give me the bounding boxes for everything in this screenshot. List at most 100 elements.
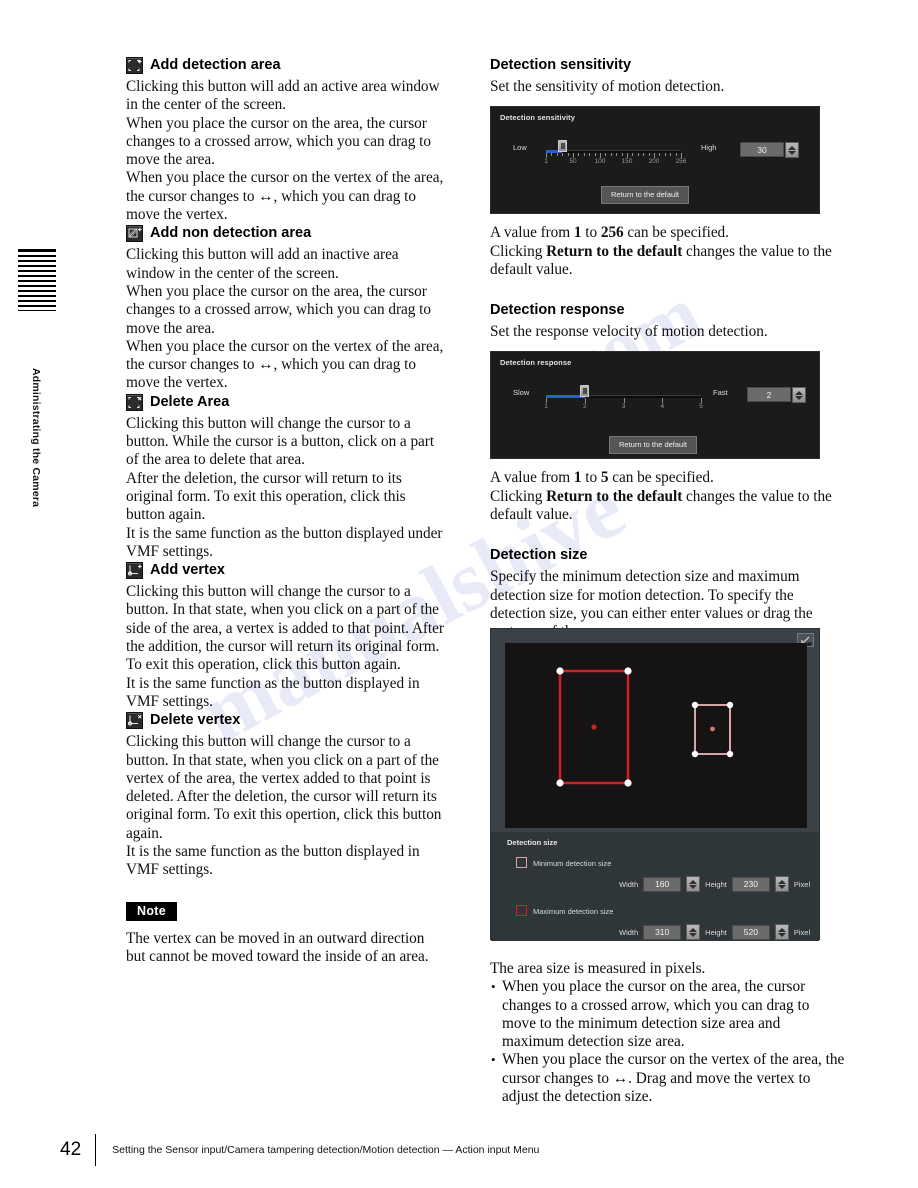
sensitivity-default-text: Clicking Return to the default changes t… (490, 243, 840, 280)
heading-text: Add vertex (150, 562, 225, 579)
response-default-text: Clicking Return to the default changes t… (490, 488, 840, 525)
stepper-up-icon[interactable] (788, 145, 796, 150)
heading-add-vertex: Add vertex (126, 561, 446, 580)
heading-detection-sensitivity: Detection sensitivity (490, 57, 632, 73)
detection-response-panel: Detection response Slow 1 2 3 4 5 Fast 2… (490, 351, 820, 460)
stepper-down-icon[interactable] (777, 884, 786, 889)
slider-low-label: Low (513, 143, 527, 153)
maximum-width-field[interactable]: 310 (643, 924, 682, 940)
range-post: can be specified. (623, 224, 729, 242)
default-bold: Return to the default (546, 242, 683, 260)
response-stepper[interactable] (792, 387, 806, 404)
minimum-width-field[interactable]: 160 (643, 876, 682, 892)
list-item: When you place the cursor on the area, t… (490, 978, 845, 1051)
paragraph: When you place the cursor on the area, t… (126, 114, 431, 169)
sensitivity-stepper[interactable] (785, 142, 799, 159)
sensitivity-value-field[interactable]: 30 (740, 142, 784, 158)
heading-add-non-detection-area: Add non detection area (126, 224, 446, 243)
detection-size-bullet-list: When you place the cursor on the area, t… (490, 978, 845, 1106)
tick-label: 200 (648, 158, 660, 166)
slider-thumb[interactable] (580, 385, 590, 398)
tick-label: 100 (594, 158, 606, 166)
paragraph: It is the same function as the button di… (126, 524, 443, 560)
height-label: Height (705, 927, 727, 937)
default-pre: Clicking (490, 242, 547, 260)
delete-area-icon (126, 393, 143, 411)
page-footer: 42 Setting the Sensor input/Camera tampe… (60, 1134, 539, 1166)
paragraph: Clicking this button will add an active … (126, 78, 440, 114)
detection-sensitivity-intro: Set the sensitivity of motion detection. (490, 78, 725, 95)
slider-high-label: Fast (713, 388, 728, 398)
range-pre: A value from (490, 224, 574, 242)
stepper-up-icon[interactable] (689, 927, 698, 932)
maximum-height-stepper[interactable] (774, 924, 789, 940)
detection-size-preview[interactable] (505, 643, 807, 828)
footer-title: Setting the Sensor input/Camera tamperin… (112, 1144, 540, 1156)
stepper-up-icon[interactable] (795, 390, 803, 395)
range-mid: to (581, 224, 601, 242)
heading-delete-area: Delete Area (126, 393, 446, 412)
heading-text: Delete vertex (150, 712, 241, 729)
width-label: Width (619, 927, 639, 937)
panel-title: Detection response (500, 358, 572, 368)
label-text: Minimum detection size (533, 859, 612, 868)
slider-thumb[interactable] (558, 140, 568, 153)
detection-sensitivity-panel: Detection sensitivity Low 1 50 100 150 2… (490, 106, 820, 215)
response-slider[interactable]: 1 2 3 4 5 (544, 385, 703, 411)
tick-label: 256 (675, 158, 687, 166)
range-max: 256 (600, 224, 624, 242)
tick-label: 150 (621, 158, 633, 166)
response-return-to-default-button[interactable]: Return to the default (609, 436, 697, 455)
maximum-size-swatch-icon (516, 905, 527, 916)
stepper-up-icon[interactable] (689, 879, 698, 884)
slider-tick-labels: 1 50 100 150 200 256 (544, 158, 686, 167)
tick-label: 3 (621, 403, 626, 411)
tick-label: 2 (582, 403, 587, 411)
panel-title: Detection size (507, 838, 558, 847)
stepper-down-icon[interactable] (689, 884, 698, 889)
height-label: Height (705, 879, 727, 889)
add-non-detection-area-icon (126, 225, 143, 243)
detection-size-after-text: The area size is measured in pixels. (490, 960, 706, 977)
detection-size-settings: Detection size Minimum detection size Wi… (491, 832, 819, 941)
minimum-width-stepper[interactable] (686, 876, 701, 892)
maximum-detection-size-fields: Width 310 Height 520 Pixel (619, 924, 810, 940)
minimum-detection-size-fields: Width 160 Height 230 Pixel (619, 876, 810, 892)
stepper-down-icon[interactable] (689, 932, 698, 937)
range-pre: A value from (490, 469, 574, 487)
stepper-down-icon[interactable] (788, 150, 796, 155)
paragraph: It is the same function as the button di… (126, 842, 420, 879)
maximum-height-field[interactable]: 520 (731, 924, 770, 940)
label-text: Maximum detection size (533, 907, 614, 916)
default-pre: Clicking (490, 487, 547, 505)
stepper-down-icon[interactable] (777, 932, 786, 937)
tick-label: 5 (699, 403, 703, 411)
tick-label: 1 (544, 158, 548, 166)
paragraph: After the deletion, the cursor will retu… (126, 469, 406, 524)
unit-label: Pixel (793, 879, 811, 889)
left-column: Add detection area Clicking this button … (126, 56, 446, 966)
document-page: manualshive .com Administrating the Came… (0, 0, 918, 1188)
minimum-height-field[interactable]: 230 (731, 876, 770, 892)
minimum-height-stepper[interactable] (774, 876, 789, 892)
add-detection-area-icon (126, 57, 143, 74)
heading-delete-vertex: Delete vertex (126, 711, 446, 730)
response-value-field[interactable]: 2 (747, 387, 791, 403)
footer-divider (95, 1134, 97, 1166)
minimum-size-swatch-icon (516, 857, 527, 868)
tick-label: 1 (544, 403, 548, 411)
stepper-up-icon[interactable] (777, 879, 786, 884)
range-min: 1 (573, 224, 582, 242)
maximum-width-stepper[interactable] (686, 924, 701, 940)
tick-label: 50 (569, 158, 577, 166)
stepper-down-icon[interactable] (795, 395, 803, 400)
right-column: Detection sensitivity Set the sensitivit… (490, 56, 840, 642)
slider-low-label: Slow (513, 388, 530, 398)
stepper-up-icon[interactable] (777, 927, 786, 932)
sensitivity-slider[interactable]: 1 50 100 150 200 256 (544, 140, 686, 165)
note-text: The vertex can be moved in an outward di… (126, 929, 429, 965)
range-post: can be specified. (608, 469, 714, 487)
tick-label: 4 (660, 403, 665, 411)
paragraph: When you place the cursor on the vertex … (126, 337, 444, 392)
sensitivity-return-to-default-button[interactable]: Return to the default (601, 186, 689, 205)
